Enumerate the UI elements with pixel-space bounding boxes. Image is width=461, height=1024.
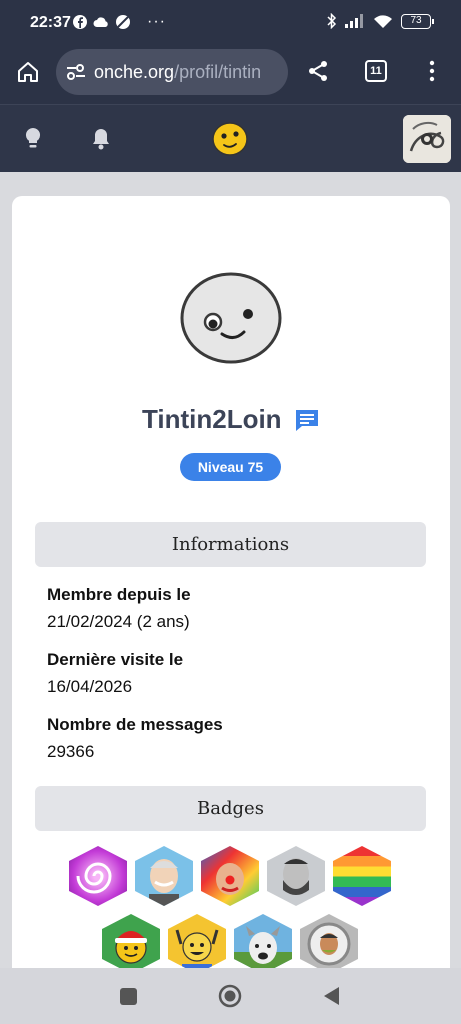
man-portrait-badge-icon[interactable]: [300, 914, 358, 974]
dragon-avatar-icon: [403, 115, 451, 163]
bearded-man-badge-icon[interactable]: [267, 846, 325, 906]
profile-card: Tintin2Loin Niveau 75 Informations Membr…: [12, 196, 450, 986]
message-count-label: Nombre de messages: [47, 715, 223, 734]
message-icon[interactable]: [294, 408, 320, 432]
message-count-value: 29366: [47, 742, 95, 761]
system-navigation-bar: [0, 968, 461, 1024]
cheering-smiley-badge-icon[interactable]: [168, 914, 226, 974]
home-button-icon[interactable]: [218, 984, 242, 1008]
level-badge: Niveau 75: [180, 453, 281, 481]
member-since-label: Membre depuis le: [47, 585, 191, 604]
clown-badge-icon[interactable]: [201, 846, 259, 906]
user-avatar[interactable]: [403, 115, 451, 163]
url-text: onche.org/profil/tintin: [94, 62, 261, 83]
last-visit-value: 16/04/2026: [47, 677, 133, 696]
status-bar: 22:37 ··· 73: [0, 0, 461, 46]
url-domain: onche.org: [94, 62, 175, 82]
spiral-badge-icon[interactable]: [69, 846, 127, 906]
profile-avatar-icon: [180, 272, 282, 364]
dog-badge-icon[interactable]: [234, 914, 292, 974]
smiling-man-badge-icon[interactable]: [135, 846, 193, 906]
more-menu-icon[interactable]: [428, 60, 436, 82]
santa-smiley-badge-icon[interactable]: [102, 914, 160, 974]
recent-apps-icon[interactable]: [120, 988, 137, 1005]
bell-icon[interactable]: [90, 127, 112, 151]
informations-heading: Informations: [35, 522, 426, 567]
blocked-icon: [116, 15, 130, 29]
home-icon[interactable]: [16, 60, 40, 84]
back-icon[interactable]: [322, 986, 340, 1006]
site-settings-icon[interactable]: [66, 64, 86, 80]
bluetooth-icon: [327, 13, 337, 29]
browser-toolbar: onche.org/profil/tintin 11: [0, 46, 461, 104]
facebook-icon: [73, 15, 87, 29]
status-time: 22:37: [30, 14, 71, 31]
profile-name-row: Tintin2Loin: [12, 404, 450, 435]
battery-icon: 73: [401, 13, 434, 29]
rainbow-badge-icon[interactable]: [333, 846, 391, 906]
site-header: [0, 104, 461, 172]
cloud-icon: [93, 17, 108, 27]
signal-icon: [345, 14, 363, 28]
address-bar[interactable]: onche.org/profil/tintin: [56, 49, 288, 95]
share-icon[interactable]: [306, 59, 330, 83]
badges-heading: Badges: [35, 786, 426, 831]
last-visit-label: Dernière visite le: [47, 650, 184, 669]
profile-username: Tintin2Loin: [141, 404, 282, 434]
onche-logo-icon[interactable]: [211, 121, 249, 157]
member-since-value: 21/02/2024 (2 ans): [47, 612, 190, 631]
wifi-icon: [374, 14, 392, 28]
tabs-button[interactable]: 11: [365, 60, 387, 82]
url-path: /profil/tintin: [174, 62, 262, 82]
lightbulb-icon[interactable]: [24, 127, 42, 151]
more-notifications-icon: ···: [147, 13, 166, 30]
